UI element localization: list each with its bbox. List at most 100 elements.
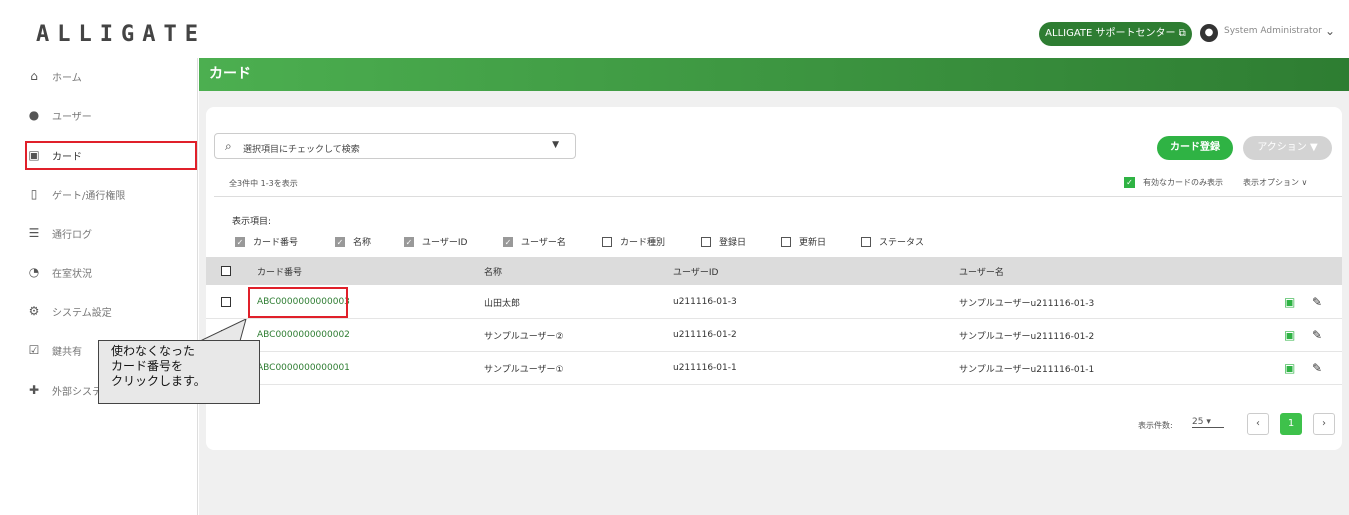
valid-only-toggle[interactable]: ✓ 有効なカードのみ表示 [1124,177,1223,188]
prev-page-button[interactable]: ‹ [1247,413,1269,435]
column-header[interactable]: カード番号 [257,257,302,285]
user-avatar-icon[interactable]: ● [1200,24,1218,42]
per-page-label: 表示件数: [1138,421,1173,430]
checkbox[interactable]: ✓ [235,236,245,247]
checkbox[interactable]: ✓ [335,236,345,247]
user-name[interactable]: System Administrator [1224,26,1324,36]
checkbox[interactable]: ✓ [503,236,513,247]
callout-line: カード番号を [111,359,184,373]
list-icon: ☰ [28,226,40,240]
highlight-box-card-link [248,287,348,318]
sidebar-item-home[interactable]: ⌂ ホーム [26,63,196,89]
column-option-label: ユーザー名 [521,238,566,248]
page-button-current[interactable]: 1 [1280,413,1302,435]
sidebar-item-gates[interactable]: ▯ ゲート/通行権限 [26,181,196,207]
select-all-checkbox[interactable] [221,257,239,285]
support-center-button[interactable]: ALLIGATE サポートセンター ⧉ [1039,22,1192,46]
columns-label: 表示項目: [232,217,272,227]
sidebar-item-settings[interactable]: ⚙ システム設定 [26,298,196,324]
user-icon: ● [28,108,40,122]
checkbox[interactable] [861,236,871,247]
user-name: サンプルユーザーu211116-01-3 [959,298,1095,309]
sidebar-item-logs[interactable]: ☰ 通行ログ [26,220,196,246]
edit-icon[interactable]: ✎ [1312,296,1327,308]
checkbox[interactable] [781,236,791,247]
column-option-label: ユーザーID [422,238,468,248]
card-detail-icon[interactable]: ▣ [1284,362,1299,374]
per-page-select[interactable]: 25 ▾ [1192,417,1224,428]
user-id: u211116-01-2 [673,330,737,340]
sidebar-item-label: ユーザー [52,111,92,123]
column-option[interactable]: カード種別 [602,235,665,248]
column-option-label: カード種別 [620,238,666,248]
action-button[interactable]: アクション ▼ [1243,136,1332,160]
puzzle-icon: ✚ [28,383,40,397]
user-clock-icon: ◔ [28,265,40,279]
sidebar-item-label: 鍵共有 [52,346,82,358]
search-input[interactable]: ⌕ 選択項目にチェックして検索 ▼ [214,133,576,159]
valid-only-label: 有効なカードのみ表示 [1143,178,1223,187]
callout-line: 使わなくなった [111,344,196,358]
card-name: 山田太郎 [484,298,521,309]
column-option[interactable]: ✓ カード番号 [235,235,298,248]
checkbox[interactable] [602,236,612,247]
column-option-label: 名称 [353,238,372,248]
card-detail-icon[interactable]: ▣ [1284,296,1299,308]
column-option[interactable]: ✓ ユーザー名 [503,235,566,248]
search-placeholder: 選択項目にチェックして検索 [243,145,360,155]
caret-down-icon[interactable]: ▼ [552,140,559,150]
app-logo[interactable]: ALLIGATE [36,22,206,47]
checkbox[interactable] [221,266,231,276]
column-option-label: カード番号 [253,238,299,248]
home-icon: ⌂ [30,69,38,83]
checkbox[interactable] [701,236,711,247]
chevron-down-icon[interactable]: ⌄ [1325,24,1335,38]
display-options-button[interactable]: 表示オプション ∨ [1243,177,1307,188]
edit-icon[interactable]: ✎ [1312,362,1327,374]
table-row[interactable]: ABC0000000000001 サンプルユーザー① u211116-01-1 … [206,352,1342,385]
check-icon[interactable]: ✓ [1124,177,1135,188]
column-header[interactable]: 名称 [484,257,502,285]
top-bar: ALLIGATE ALLIGATE サポートセンター ⧉ ● System Ad… [0,0,1349,58]
sidebar-item-label: 通行ログ [52,229,92,241]
edit-icon[interactable]: ✎ [1312,329,1327,341]
divider [214,196,1342,197]
result-count: 全3件中 1-3を表示 [229,179,298,188]
column-header[interactable]: ユーザー名 [959,257,1004,285]
user-name: サンプルユーザーu211116-01-2 [959,331,1095,342]
table-row[interactable]: ABC0000000000002 サンプルユーザー② u211116-01-2 … [206,319,1342,352]
user-id: u211116-01-3 [673,297,737,307]
column-option[interactable]: 更新日 [781,235,826,248]
gear-icon: ⚙ [28,304,40,318]
column-option[interactable]: ✓ 名称 [335,235,371,248]
next-page-button[interactable]: › [1313,413,1335,435]
callout-line: クリックします。 [111,374,206,388]
checkbox[interactable]: ✓ [404,236,414,247]
register-card-button[interactable]: カード登録 [1157,136,1233,160]
table-row[interactable]: ABC0000000000003 山田太郎 u211116-01-3 サンプルユ… [206,286,1342,319]
column-option[interactable]: 登録日 [701,235,746,248]
sidebar-item-label: ホーム [52,72,82,84]
card-name: サンプルユーザー① [484,364,564,375]
column-option[interactable]: ステータス [861,235,924,248]
column-option[interactable]: ✓ ユーザーID [404,235,467,248]
table-header: カード番号 名称 ユーザーID ユーザー名 [206,257,1342,285]
user-name: サンプルユーザーu211116-01-1 [959,364,1095,375]
column-option-label: 更新日 [799,238,827,248]
sidebar-item-label: 在室状況 [52,268,92,280]
search-icon: ⌕ [225,139,232,153]
user-id: u211116-01-1 [673,363,737,373]
card-number-link[interactable]: ABC0000000000002 [257,319,350,351]
page-title: カード [199,58,1349,91]
sidebar-item-users[interactable]: ● ユーザー [26,102,196,128]
column-option-label: ステータス [879,238,925,248]
sidebar-item-presence[interactable]: ◔ 在室状況 [26,259,196,285]
highlight-box-sidebar [25,141,197,170]
door-icon: ▯ [30,187,38,201]
checkbox-icon: ☑ [28,343,40,357]
column-header[interactable]: ユーザーID [673,257,718,285]
card-detail-icon[interactable]: ▣ [1284,329,1299,341]
sidebar-item-label: システム設定 [52,307,112,319]
card-number-link[interactable]: ABC0000000000001 [257,352,350,384]
row-checkbox[interactable] [221,297,231,307]
